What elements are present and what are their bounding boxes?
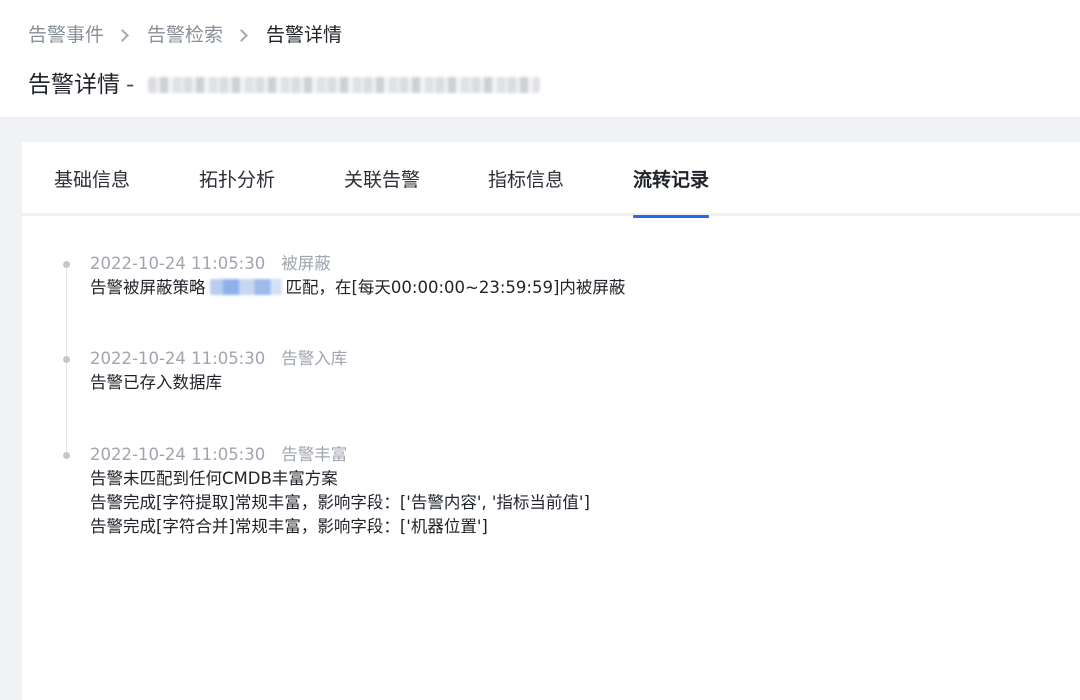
tab-label: 基础信息 — [54, 169, 131, 191]
timeline-status: 告警入库 — [281, 349, 348, 368]
chevron-right-icon — [235, 28, 248, 42]
timeline-message-text: 匹配，在[每天00:00:00~23:59:59]内被屏蔽 — [285, 278, 626, 297]
tab-label: 拓扑分析 — [199, 169, 276, 191]
timeline-time: 2022-10-24 11:05:30 — [90, 254, 266, 273]
timeline-entry-header: 2022-10-24 11:05:30 告警丰富 — [90, 444, 347, 466]
timeline-message: 告警完成[字符合并]常规丰富，影响字段：['机器位置'] — [90, 517, 488, 536]
timeline-entry-header: 2022-10-24 11:05:30 被屏蔽 — [90, 253, 331, 275]
detail-panel: 基础信息 拓扑分析 关联告警 指标信息 流转记录 2022-10-24 11:0… — [22, 142, 1080, 700]
tab-metric-info[interactable]: 指标信息 — [488, 166, 564, 216]
timeline-entry-header: 2022-10-24 11:05:30 告警入库 — [90, 348, 347, 370]
tab-label: 关联告警 — [344, 169, 421, 191]
tab-label: 流转记录 — [633, 169, 710, 191]
tab-bar: 基础信息 拓扑分析 关联告警 指标信息 流转记录 — [22, 142, 1080, 218]
breadcrumb-alert-events[interactable]: 告警事件 — [28, 22, 104, 48]
redacted-alert-name — [148, 77, 541, 93]
active-tab-indicator — [633, 215, 710, 218]
tab-flow-records[interactable]: 流转记录 — [633, 166, 710, 218]
tab-basic-info[interactable]: 基础信息 — [54, 166, 130, 216]
timeline-message: 告警已存入数据库 — [90, 373, 222, 392]
breadcrumb-alert-search[interactable]: 告警检索 — [147, 22, 223, 48]
timeline-time: 2022-10-24 11:05:30 — [90, 445, 266, 464]
page-title: 告警详情 - — [28, 70, 541, 100]
timeline-status: 告警丰富 — [281, 445, 348, 464]
timeline-dot — [63, 356, 70, 363]
timeline-time: 2022-10-24 11:05:30 — [90, 349, 266, 368]
chevron-right-icon — [116, 28, 129, 42]
tab-label: 指标信息 — [488, 169, 565, 191]
timeline-message: 告警未匹配到任何CMDB丰富方案 — [90, 469, 338, 488]
redacted-policy-name — [209, 279, 282, 295]
page-header: 告警事件 告警检索 告警详情 告警详情 - — [0, 0, 1080, 118]
breadcrumb: 告警事件 告警检索 告警详情 — [28, 22, 342, 48]
page-title-separator: - — [126, 72, 135, 98]
tab-related-alerts[interactable]: 关联告警 — [344, 166, 420, 216]
timeline-message: 告警完成[字符提取]常规丰富，影响字段：['告警内容', '指标当前值'] — [90, 493, 590, 512]
timeline-dot — [63, 261, 70, 268]
timeline-status: 被屏蔽 — [281, 254, 331, 273]
timeline-message-text: 告警被屏蔽策略 — [90, 278, 206, 297]
page-title-label: 告警详情 — [28, 72, 120, 98]
breadcrumb-alert-detail: 告警详情 — [266, 24, 343, 46]
tab-topology-analysis[interactable]: 拓扑分析 — [199, 166, 275, 216]
timeline-message: 告警被屏蔽策略 匹配，在[每天00:00:00~23:59:59]内被屏蔽 — [90, 277, 625, 299]
timeline-dot — [63, 452, 70, 459]
